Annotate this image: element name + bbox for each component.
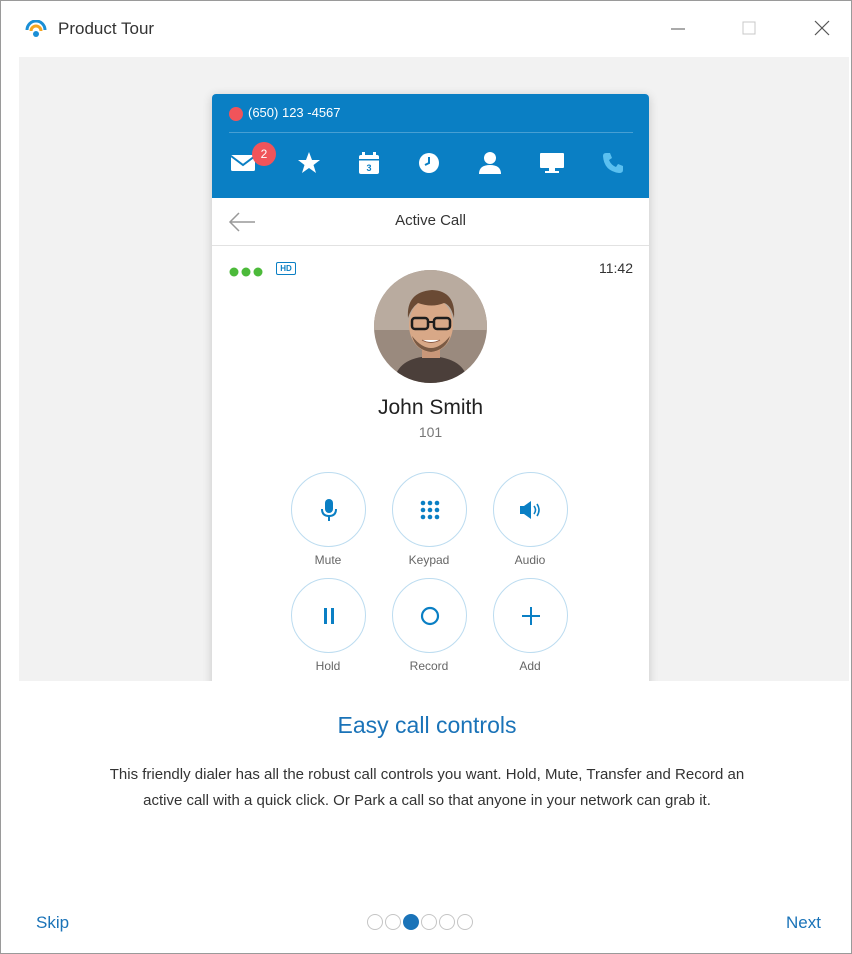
phone-icon xyxy=(603,153,623,173)
mute-label: Mute xyxy=(314,553,342,567)
contacts-icon xyxy=(479,152,501,174)
toolbar-dialer[interactable] xyxy=(599,149,627,177)
pager-dot-6[interactable] xyxy=(457,914,473,930)
pager-dot-1[interactable] xyxy=(367,914,383,930)
calendar-icon: 3 xyxy=(359,152,379,174)
skip-button[interactable]: Skip xyxy=(36,913,69,933)
toolbar-contacts[interactable] xyxy=(476,149,504,177)
toolbar-history[interactable] xyxy=(415,149,443,177)
pager-dot-3[interactable] xyxy=(403,914,419,930)
minimize-button[interactable] xyxy=(663,13,693,43)
voicemail-badge: 2 xyxy=(252,142,276,166)
avatar-photo xyxy=(374,270,487,383)
record-button[interactable] xyxy=(392,578,467,653)
tour-pager xyxy=(367,914,473,930)
record-label: Record xyxy=(409,659,449,673)
clock-icon xyxy=(419,153,439,173)
pager-dot-4[interactable] xyxy=(421,914,437,930)
phone-header: (650) 123 -4567 2 3 xyxy=(212,94,649,198)
add-label: Add xyxy=(519,659,541,673)
status-indicator xyxy=(229,107,243,121)
close-button[interactable] xyxy=(807,13,837,43)
window-title: Product Tour xyxy=(58,19,155,38)
toolbar-favorites[interactable] xyxy=(295,149,323,177)
minimize-icon xyxy=(671,28,685,30)
product-tour-window: Product Tour (650) 123 -4567 2 3 Active … xyxy=(0,0,852,954)
app-logo-icon xyxy=(25,20,47,37)
keypad-label: Keypad xyxy=(408,553,450,567)
nav-title: Active Call xyxy=(395,212,466,229)
phone-number: (650) 123 -4567 xyxy=(248,105,341,120)
next-button[interactable]: Next xyxy=(786,913,821,933)
call-timer: 11:42 xyxy=(599,260,633,276)
pager-dot-2[interactable] xyxy=(385,914,401,930)
pause-icon xyxy=(323,607,334,624)
header-divider xyxy=(229,132,633,133)
maximize-button[interactable] xyxy=(734,13,764,43)
signal-strength-icon xyxy=(229,267,263,277)
hold-button[interactable] xyxy=(291,578,366,653)
toolbar-calendar[interactable]: 3 xyxy=(355,149,383,177)
speaker-icon xyxy=(519,500,540,519)
contact-avatar xyxy=(374,270,487,383)
audio-button[interactable] xyxy=(493,472,568,547)
phone-mockup: (650) 123 -4567 2 3 Active Call HD 11:42… xyxy=(212,94,649,681)
maximize-icon xyxy=(742,21,756,35)
contact-name: John Smith xyxy=(377,396,484,419)
audio-label: Audio xyxy=(514,553,546,567)
plus-icon xyxy=(521,606,540,625)
close-icon xyxy=(814,20,830,36)
phone-nav-bar: Active Call xyxy=(212,198,649,246)
monitor-icon xyxy=(540,153,564,173)
svg-text:3: 3 xyxy=(366,163,371,173)
keypad-icon xyxy=(420,500,439,519)
keypad-button[interactable] xyxy=(392,472,467,547)
toolbar-screen[interactable] xyxy=(538,149,566,177)
tour-preview-area: (650) 123 -4567 2 3 Active Call HD 11:42… xyxy=(19,57,849,681)
contact-extension: 101 xyxy=(418,424,443,440)
record-icon xyxy=(420,606,439,625)
microphone-icon xyxy=(320,498,337,521)
tour-heading: Easy call controls xyxy=(337,712,517,738)
add-call-button[interactable] xyxy=(493,578,568,653)
hd-audio-badge: HD xyxy=(276,262,296,275)
title-bar: Product Tour xyxy=(1,1,851,57)
pager-dot-5[interactable] xyxy=(439,914,455,930)
tour-description: This friendly dialer has all the robust … xyxy=(109,766,745,809)
star-icon xyxy=(298,152,320,173)
mute-button[interactable] xyxy=(291,472,366,547)
hold-label: Hold xyxy=(315,659,341,673)
